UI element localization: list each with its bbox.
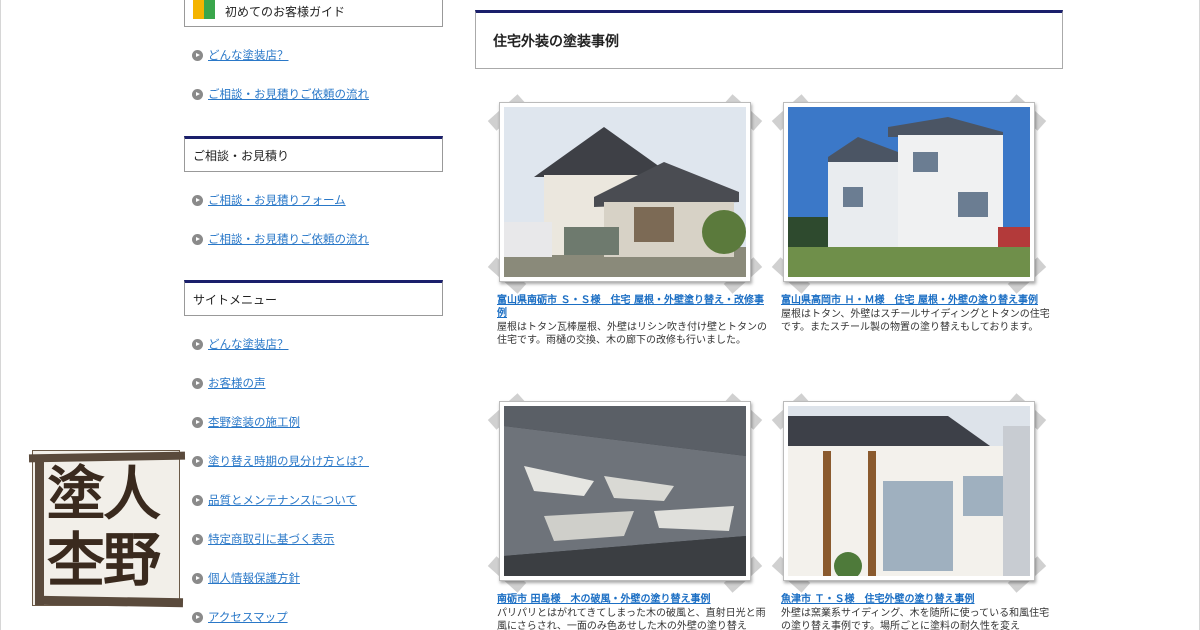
arrow-bullet-icon xyxy=(192,233,203,245)
sidebar-link-label[interactable]: 個人情報保護方針 xyxy=(208,570,300,586)
case-description: パリパリとはがれてきてしまった木の破風と、直射日光と雨風にさらされ、一面のみ色あ… xyxy=(497,608,766,630)
sidebar-menu-shop[interactable]: どんな塗装店？ xyxy=(192,336,289,352)
sidebar-menu-access[interactable]: アクセスマップ xyxy=(192,609,288,625)
case-card[interactable]: 富山県高岡市 Ｈ・Ｍ様 住宅 屋根・外壁の塗り替え事例 屋根はトタン、外壁はスチ… xyxy=(771,94,1051,334)
menu-box-header: サイトメニュー xyxy=(184,280,443,316)
sidebar-link-label[interactable]: ご相談・お見積りご依頼の流れ xyxy=(208,86,369,102)
house-photo-2 xyxy=(788,107,1030,277)
case-description: 外壁は窯業系サイディング、木を随所に使っている和風住宅の塗り替え事例です。場所ご… xyxy=(781,608,1050,630)
arrow-bullet-icon xyxy=(192,494,203,506)
arrow-bullet-icon xyxy=(192,455,203,467)
arrow-bullet-icon xyxy=(192,611,203,623)
arrow-bullet-icon xyxy=(192,377,203,389)
case-photo-frame[interactable] xyxy=(771,94,1047,294)
sidebar-link-label[interactable]: アクセスマップ xyxy=(208,609,288,625)
sidebar-link-consult-flow[interactable]: ご相談・お見積りご依頼の流れ xyxy=(192,231,369,247)
logo-line-2: 杢野 xyxy=(47,526,161,594)
arrow-bullet-icon xyxy=(192,49,203,61)
case-title-link[interactable]: 南砺市 田島様 木の破風・外壁の塗り替え事例 xyxy=(497,593,767,606)
guide-box-header: 初めてのお客様ガイド xyxy=(184,0,443,27)
menu-box-title: サイトメニュー xyxy=(193,292,278,307)
case-photo[interactable] xyxy=(783,401,1035,581)
arrow-bullet-icon xyxy=(192,194,203,206)
sidebar-link-consult-form[interactable]: ご相談・お見積りフォーム xyxy=(192,192,346,208)
case-photo-frame[interactable] xyxy=(487,94,763,294)
case-title-link[interactable]: 富山県高岡市 Ｈ・Ｍ様 住宅 屋根・外壁の塗り替え事例 xyxy=(781,294,1051,307)
house-photo-1 xyxy=(504,107,746,277)
arrow-bullet-icon xyxy=(192,88,203,100)
sidebar-link-label[interactable]: どんな塗装店？ xyxy=(208,336,289,352)
case-photo[interactable] xyxy=(499,401,751,581)
sidebar-link-label[interactable]: どんな塗装店？ xyxy=(208,47,289,63)
consult-box-title: ご相談・お見積り xyxy=(193,148,290,163)
sidebar-link-guide-shop[interactable]: どんな塗装店？ xyxy=(192,47,289,63)
sidebar-menu-privacy[interactable]: 個人情報保護方針 xyxy=(192,570,300,586)
page-title-text: 住宅外装の塗装事例 xyxy=(493,33,619,50)
case-card[interactable]: 南砺市 田島様 木の破風・外壁の塗り替え事例 パリパリとはがれてきてしまった木の… xyxy=(487,393,767,630)
sidebar-menu-voice[interactable]: お客様の声 xyxy=(192,375,266,391)
case-photo-frame[interactable] xyxy=(487,393,763,593)
peeling-paint-photo xyxy=(504,406,746,576)
sidebar-link-label[interactable]: お客様の声 xyxy=(208,375,266,391)
guide-box-title: 初めてのお客様ガイド xyxy=(225,5,346,19)
sidebar-link-label[interactable]: 品質とメンテナンスについて xyxy=(208,492,357,508)
sidebar-link-label[interactable]: 特定商取引に基づく表示 xyxy=(208,531,335,547)
sidebar-menu-quality[interactable]: 品質とメンテナンスについて xyxy=(192,492,357,508)
case-description: 屋根はトタン瓦棒屋根、外壁はリシン吹き付け壁とトタンの住宅です。雨樋の交換、木の… xyxy=(497,322,767,346)
sidebar-menu-works[interactable]: 杢野塗装の施工例 xyxy=(192,414,300,430)
page-title: 住宅外装の塗装事例 xyxy=(475,10,1063,69)
case-photo[interactable] xyxy=(783,102,1035,282)
case-description: 屋根はトタン、外壁はスチールサイディングとトタンの住宅です。またスチール製の物置… xyxy=(781,309,1050,333)
logo: 塗人 杢野 xyxy=(28,450,186,608)
case-title-link[interactable]: 魚津市 Ｔ・Ｓ様 住宅外壁の塗り替え事例 xyxy=(781,593,1051,606)
sidebar-link-label[interactable]: 塗り替え時期の見分け方とは？ xyxy=(208,453,369,469)
arrow-bullet-icon xyxy=(192,338,203,350)
sidebar-menu-law[interactable]: 特定商取引に基づく表示 xyxy=(192,531,335,547)
case-photo-frame[interactable] xyxy=(771,393,1047,593)
case-card[interactable]: 富山県南砺市 Ｓ・Ｓ様 住宅 屋根・外壁塗り替え・改修事例 屋根はトタン瓦棒屋根… xyxy=(487,94,767,347)
sidebar-link-label[interactable]: ご相談・お見積りご依頼の流れ xyxy=(208,231,369,247)
sidebar-link-label[interactable]: ご相談・お見積りフォーム xyxy=(208,192,346,208)
consult-box-header: ご相談・お見積り xyxy=(184,136,443,172)
arrow-bullet-icon xyxy=(192,572,203,584)
arrow-bullet-icon xyxy=(192,416,203,428)
logo-line-1: 塗人 xyxy=(47,460,161,528)
guide-book-icon xyxy=(193,0,215,19)
sidebar-link-label[interactable]: 杢野塗装の施工例 xyxy=(208,414,300,430)
case-photo[interactable] xyxy=(499,102,751,282)
arrow-bullet-icon xyxy=(192,533,203,545)
house-photo-4 xyxy=(788,406,1030,576)
sidebar-menu-timing[interactable]: 塗り替え時期の見分け方とは？ xyxy=(192,453,369,469)
sidebar-link-guide-flow[interactable]: ご相談・お見積りご依頼の流れ xyxy=(192,86,369,102)
case-title-link[interactable]: 富山県南砺市 Ｓ・Ｓ様 住宅 屋根・外壁塗り替え・改修事例 xyxy=(497,294,767,320)
case-card[interactable]: 魚津市 Ｔ・Ｓ様 住宅外壁の塗り替え事例 外壁は窯業系サイディング、木を随所に使… xyxy=(771,393,1051,630)
